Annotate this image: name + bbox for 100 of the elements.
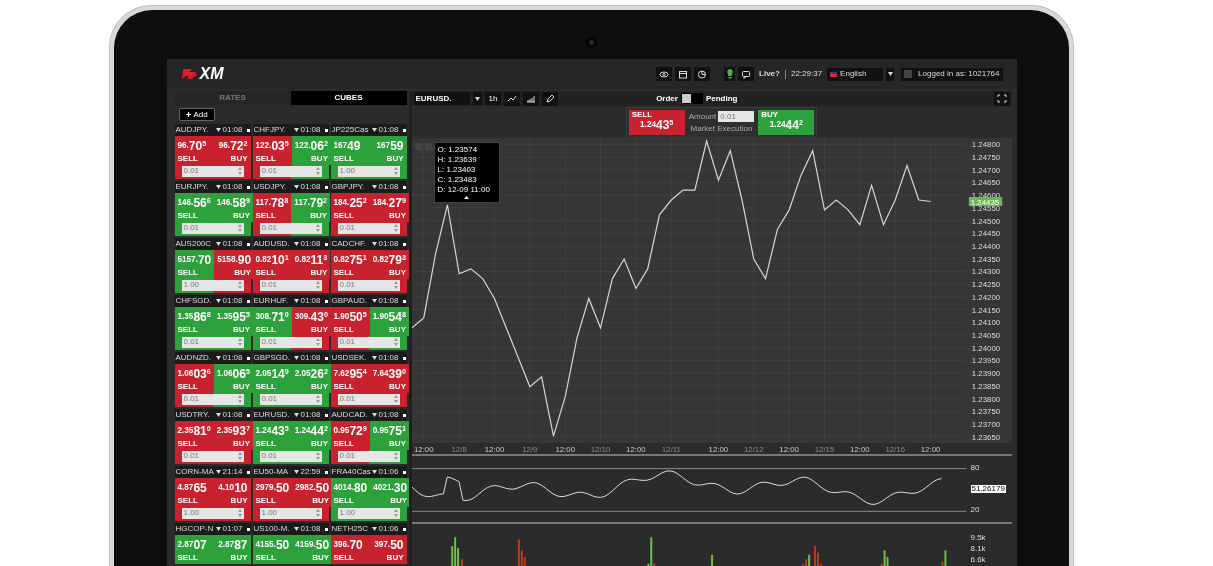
close-icon[interactable]: [402, 128, 406, 132]
symbol-label[interactable]: EU50-MA: [253, 468, 292, 476]
amount-field[interactable]: 0.01: [259, 450, 322, 462]
caret-icon[interactable]: [215, 356, 221, 360]
amount-field[interactable]: 0.01: [259, 393, 322, 405]
chat-icon[interactable]: [738, 67, 755, 81]
close-icon[interactable]: [324, 185, 328, 189]
caret-icon[interactable]: [293, 356, 299, 360]
symbol-label[interactable]: CORN-MA: [175, 468, 214, 476]
caret-icon[interactable]: [215, 470, 221, 474]
symbol-label[interactable]: USDJPY.: [253, 183, 292, 191]
caret-icon[interactable]: [371, 527, 377, 531]
buy-tile[interactable]: 16759 BUY: [368, 136, 407, 165]
caret-icon[interactable]: [215, 128, 221, 132]
caret-icon[interactable]: [293, 128, 299, 132]
amount-field[interactable]: 1.00: [181, 279, 244, 291]
symbol-label[interactable]: JP225Cas: [331, 126, 370, 134]
caret-icon[interactable]: [293, 527, 299, 531]
bar-chart-icon[interactable]: [523, 91, 540, 106]
close-icon[interactable]: [246, 299, 250, 303]
symbol-label[interactable]: USDTRY.: [175, 411, 214, 419]
close-icon[interactable]: [324, 470, 328, 474]
amount-field[interactable]: 0.01: [259, 336, 322, 348]
caret-icon[interactable]: [371, 185, 377, 189]
symbol-label[interactable]: CHFSGD.: [175, 297, 214, 305]
fullscreen-icon[interactable]: [993, 91, 1010, 106]
sell-tile[interactable]: 2.8707 SELL: [174, 535, 213, 564]
close-icon[interactable]: [246, 470, 250, 474]
amount-field[interactable]: 0.01: [337, 222, 400, 234]
dropdown-button[interactable]: [886, 67, 895, 81]
symbol-label[interactable]: CHFJPY.: [253, 126, 292, 134]
symbol-label[interactable]: EURUSD.: [253, 411, 292, 419]
pie-chart-icon[interactable]: [694, 67, 711, 81]
close-icon[interactable]: [246, 242, 250, 246]
amount-field[interactable]: 0.01: [259, 279, 322, 291]
symbol-label[interactable]: AUS200C: [175, 240, 214, 248]
caret-icon[interactable]: [293, 413, 299, 417]
close-icon[interactable]: [246, 413, 250, 417]
caret-icon[interactable]: [371, 470, 377, 474]
symbol-label[interactable]: USDSEK.: [331, 354, 370, 362]
amount-field[interactable]: 1.00: [259, 507, 322, 519]
close-icon[interactable]: [324, 527, 328, 531]
amount-field[interactable]: 0.01: [181, 450, 244, 462]
caret-icon[interactable]: [371, 242, 377, 246]
caret-icon[interactable]: [293, 299, 299, 303]
symbol-label[interactable]: EURHUF.: [253, 297, 292, 305]
symbol-label[interactable]: GBPAUD.: [331, 297, 370, 305]
buy-tile[interactable]: 4.1010 BUY: [212, 478, 251, 507]
caret-icon[interactable]: [371, 299, 377, 303]
close-icon[interactable]: [402, 527, 406, 531]
close-icon[interactable]: [402, 242, 406, 246]
panel-tab[interactable]: CUBES: [290, 91, 407, 105]
amount-field[interactable]: 1.00: [337, 165, 400, 177]
symbol-label[interactable]: NETH25C: [331, 525, 370, 533]
symbol-label[interactable]: AUDNZD.: [175, 354, 214, 362]
sell-tile[interactable]: 396.70 SELL: [330, 535, 369, 564]
amount-field[interactable]: 0.01: [181, 336, 244, 348]
amount-field[interactable]: 0.01: [259, 165, 322, 177]
caret-icon[interactable]: [371, 356, 377, 360]
amount-field[interactable]: 0.01: [337, 336, 400, 348]
close-icon[interactable]: [246, 527, 250, 531]
eye-icon[interactable]: [656, 67, 673, 81]
timeframe-button[interactable]: 1h: [484, 92, 502, 105]
amount-field[interactable]: 0.01: [181, 393, 244, 405]
close-icon[interactable]: [246, 356, 250, 360]
pencil-icon[interactable]: [542, 91, 559, 106]
login-box[interactable]: Logged in as: 1021764: [901, 67, 1003, 81]
amount-field[interactable]: 0.01: [337, 450, 400, 462]
symbol-label[interactable]: CADCHF.: [331, 240, 370, 248]
buy-tile[interactable]: 2982.50 BUY: [292, 478, 333, 507]
amount-field[interactable]: 0.01: [181, 222, 244, 234]
close-icon[interactable]: [402, 356, 406, 360]
amount-field[interactable]: 0.01: [337, 393, 400, 405]
line-chart-icon[interactable]: [504, 91, 521, 106]
caret-icon[interactable]: [215, 299, 221, 303]
order-toggle[interactable]: [680, 93, 703, 104]
live-label[interactable]: Live?: [759, 70, 780, 78]
sell-tile[interactable]: 4.8765 SELL: [174, 478, 213, 507]
close-icon[interactable]: [324, 128, 328, 132]
close-icon[interactable]: [246, 185, 250, 189]
logo[interactable]: XM: [180, 66, 224, 82]
amount-field[interactable]: 0.01: [337, 279, 400, 291]
symbol-label[interactable]: AUDUSD.: [253, 240, 292, 248]
calendar-icon[interactable]: [675, 67, 692, 81]
amount-field[interactable]: 1.00: [181, 507, 244, 519]
sell-tile[interactable]: 5157.70 SELL: [174, 250, 215, 279]
buy-tile[interactable]: 4159.50 BUY: [292, 535, 333, 564]
caret-icon[interactable]: [215, 185, 221, 189]
close-icon[interactable]: [402, 185, 406, 189]
close-icon[interactable]: [246, 128, 250, 132]
add-button[interactable]: Add: [178, 108, 215, 121]
lightbulb-icon[interactable]: [724, 67, 736, 81]
caret-icon[interactable]: [371, 413, 377, 417]
caret-icon[interactable]: [293, 242, 299, 246]
amount-field[interactable]: 0.01: [259, 222, 322, 234]
sell-tile[interactable]: 2979.50 SELL: [252, 478, 293, 507]
sell-tile[interactable]: 4155.50 SELL: [252, 535, 293, 564]
close-icon[interactable]: [324, 413, 328, 417]
caret-icon[interactable]: [215, 527, 221, 531]
caret-icon[interactable]: [215, 242, 221, 246]
